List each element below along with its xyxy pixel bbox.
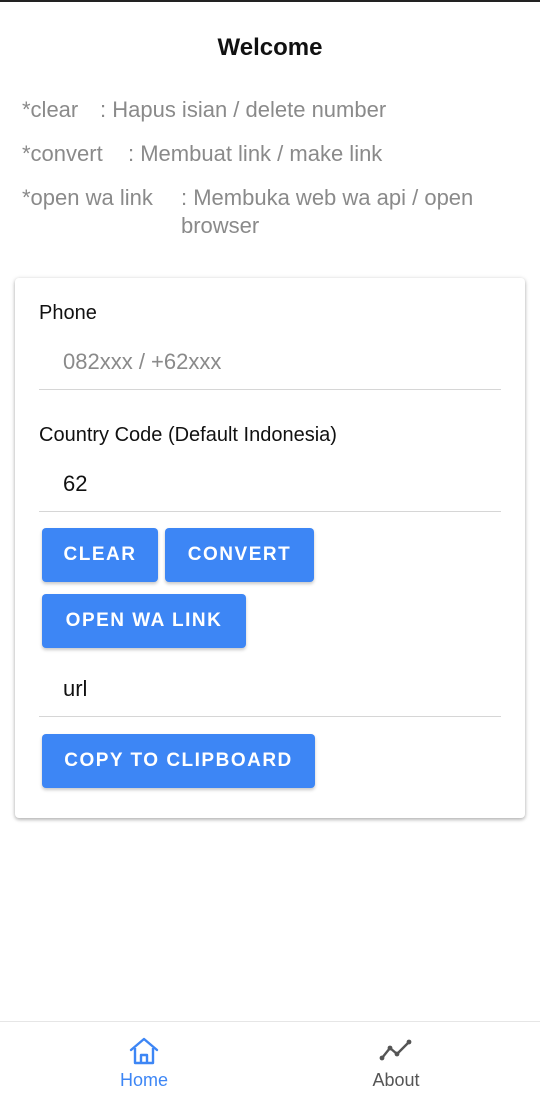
- form-card: Phone 082xxx / +62xxx Country Code (Defa…: [15, 278, 525, 818]
- page-title: Welcome: [217, 34, 323, 61]
- help-key: *clear: [22, 97, 79, 122]
- nav-item-about[interactable]: About: [326, 1036, 466, 1091]
- nav-item-home[interactable]: Home: [74, 1036, 214, 1091]
- home-icon: [129, 1037, 159, 1065]
- nav-label-about: About: [372, 1070, 420, 1090]
- trend-icon: [379, 1039, 412, 1061]
- help-line-clear: *clear : Hapus isian / delete number: [22, 96, 522, 124]
- nav-label-home: Home: [119, 1070, 168, 1090]
- phone-input[interactable]: 082xxx / +62xxx: [39, 334, 501, 390]
- help-desc: : Hapus isian / delete number: [100, 97, 387, 122]
- country-code-label: Country Code (Default Indonesia): [39, 424, 337, 446]
- help-line-open-wa: *open wa link : Membuka web wa api / ope…: [22, 184, 522, 240]
- help-desc: : Membuka web wa api / open browser: [181, 185, 474, 238]
- country-code-input[interactable]: 62: [39, 456, 501, 512]
- status-divider: [0, 0, 540, 2]
- help-line-convert: *convert : Membuat link / make link: [22, 140, 522, 168]
- open-wa-link-button[interactable]: OPEN WA LINK: [42, 594, 246, 648]
- url-output-field[interactable]: url: [39, 661, 501, 717]
- help-key: *convert: [22, 141, 103, 166]
- bottom-navigation: Home About: [0, 1021, 540, 1105]
- clear-button[interactable]: CLEAR: [42, 528, 158, 582]
- help-desc: : Membuat link / make link: [128, 141, 383, 166]
- help-key: *open wa link: [22, 185, 153, 210]
- convert-button[interactable]: CONVERT: [165, 528, 314, 582]
- phone-label: Phone: [39, 302, 97, 324]
- copy-to-clipboard-button[interactable]: COPY TO CLIPBOARD: [42, 734, 315, 788]
